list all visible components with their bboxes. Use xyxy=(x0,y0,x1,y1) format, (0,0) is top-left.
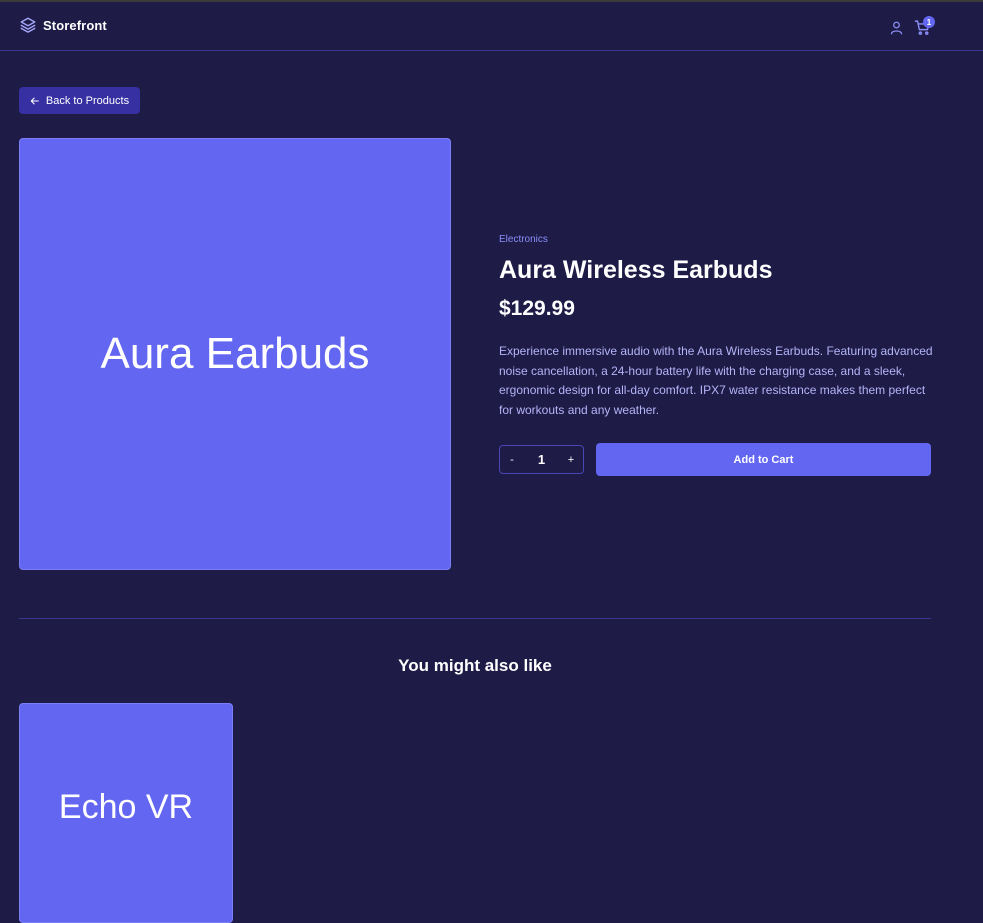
quantity-value[interactable]: 1 xyxy=(538,452,545,467)
user-icon[interactable] xyxy=(889,20,904,35)
product-image: Aura Earbuds xyxy=(19,138,451,570)
add-to-cart-button[interactable]: Add to Cart xyxy=(596,443,931,476)
product-category: Electronics xyxy=(499,234,548,245)
product-price: $129.99 xyxy=(499,297,575,320)
site-header: Storefront 1 xyxy=(0,2,983,51)
product-description: Experience immersive audio with the Aura… xyxy=(499,344,933,417)
section-divider xyxy=(19,618,931,619)
related-products-heading: You might also like xyxy=(398,656,552,675)
brand-name: Storefront xyxy=(43,17,107,33)
quantity-stepper: - 1 + xyxy=(499,445,584,474)
cart-button[interactable]: 1 xyxy=(914,16,935,37)
decrement-button[interactable]: - xyxy=(500,446,524,473)
increment-button[interactable]: + xyxy=(559,446,583,473)
brand-logo[interactable]: Storefront xyxy=(19,16,107,34)
related-product-card[interactable]: Echo VR xyxy=(19,703,233,923)
back-to-products-label: Back to Products xyxy=(45,94,130,107)
product-image-text: Aura Earbuds xyxy=(100,329,370,378)
product-title: Aura Wireless Earbuds xyxy=(499,256,773,284)
layers-icon xyxy=(20,17,36,33)
arrow-left-icon xyxy=(30,97,39,104)
cart-count-badge: 1 xyxy=(923,16,935,28)
related-product-image-text: Echo VR xyxy=(58,787,194,826)
back-to-products-button[interactable]: Back to Products xyxy=(19,87,140,114)
